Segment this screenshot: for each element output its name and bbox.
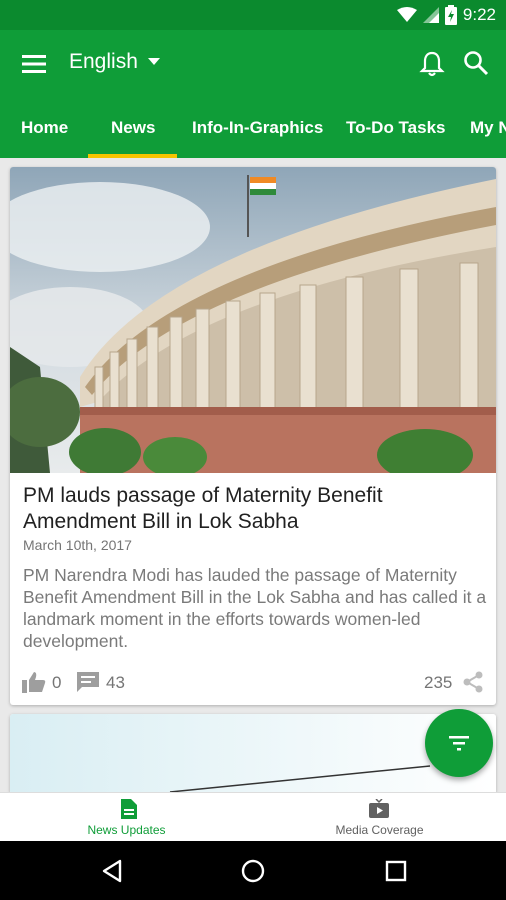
bottom-navigation: News Updates Media Coverage [0, 792, 506, 841]
like-count: 0 [52, 673, 62, 692]
recents-icon[interactable] [385, 860, 407, 882]
tab-bar: Home News Info-In-Graphics To-Do Tasks M… [0, 98, 506, 158]
filter-button[interactable] [425, 709, 493, 777]
language-selector[interactable]: English [69, 50, 160, 74]
nav-label-media-coverage: Media Coverage [335, 823, 424, 837]
document-icon [121, 799, 137, 819]
battery-icon [444, 5, 457, 25]
article-image-next[interactable] [10, 714, 496, 794]
tab-my-network[interactable]: My N [470, 98, 506, 158]
thumbs-up-icon[interactable] [22, 671, 46, 693]
article-title[interactable]: PM lauds passage of Maternity Benefit Am… [23, 483, 483, 535]
wifi-icon [396, 7, 417, 22]
tv-play-icon [369, 799, 389, 818]
dropdown-arrow-icon [147, 58, 160, 65]
filter-icon [449, 736, 469, 751]
parliament-image[interactable] [10, 167, 496, 473]
status-time: 9:22 [462, 5, 496, 24]
app-bar: English [0, 30, 506, 98]
back-icon[interactable] [100, 859, 124, 883]
nav-label-news-updates: News Updates [87, 823, 166, 837]
news-card[interactable]: PM lauds passage of Maternity Benefit Am… [10, 167, 496, 705]
nav-media-coverage[interactable]: Media Coverage [253, 793, 506, 842]
tab-news[interactable]: News [111, 98, 155, 158]
nav-news-updates[interactable]: News Updates [0, 793, 253, 842]
share-count: 235 [424, 673, 453, 692]
article-date: March 10th, 2017 [23, 537, 132, 553]
home-icon[interactable] [241, 859, 265, 883]
system-navigation-bar [0, 841, 506, 900]
menu-icon[interactable] [20, 52, 48, 76]
signal-icon [422, 7, 439, 23]
article-actions: 0 43 235 [10, 667, 496, 697]
tab-to-do-tasks[interactable]: To-Do Tasks [346, 98, 446, 158]
tab-info-in-graphics[interactable]: Info-In-Graphics [192, 98, 323, 158]
share-icon[interactable] [462, 671, 484, 693]
news-card-next[interactable] [10, 714, 496, 794]
status-bar: 9:22 [0, 0, 506, 30]
article-summary: PM Narendra Modi has lauded the passage … [23, 565, 487, 651]
comment-count: 43 [106, 673, 125, 692]
tab-home[interactable]: Home [21, 98, 68, 158]
language-label: English [69, 50, 138, 73]
search-icon[interactable] [463, 50, 489, 76]
tab-indicator [88, 154, 177, 158]
bell-icon[interactable] [419, 50, 445, 78]
comment-icon[interactable] [76, 671, 100, 693]
